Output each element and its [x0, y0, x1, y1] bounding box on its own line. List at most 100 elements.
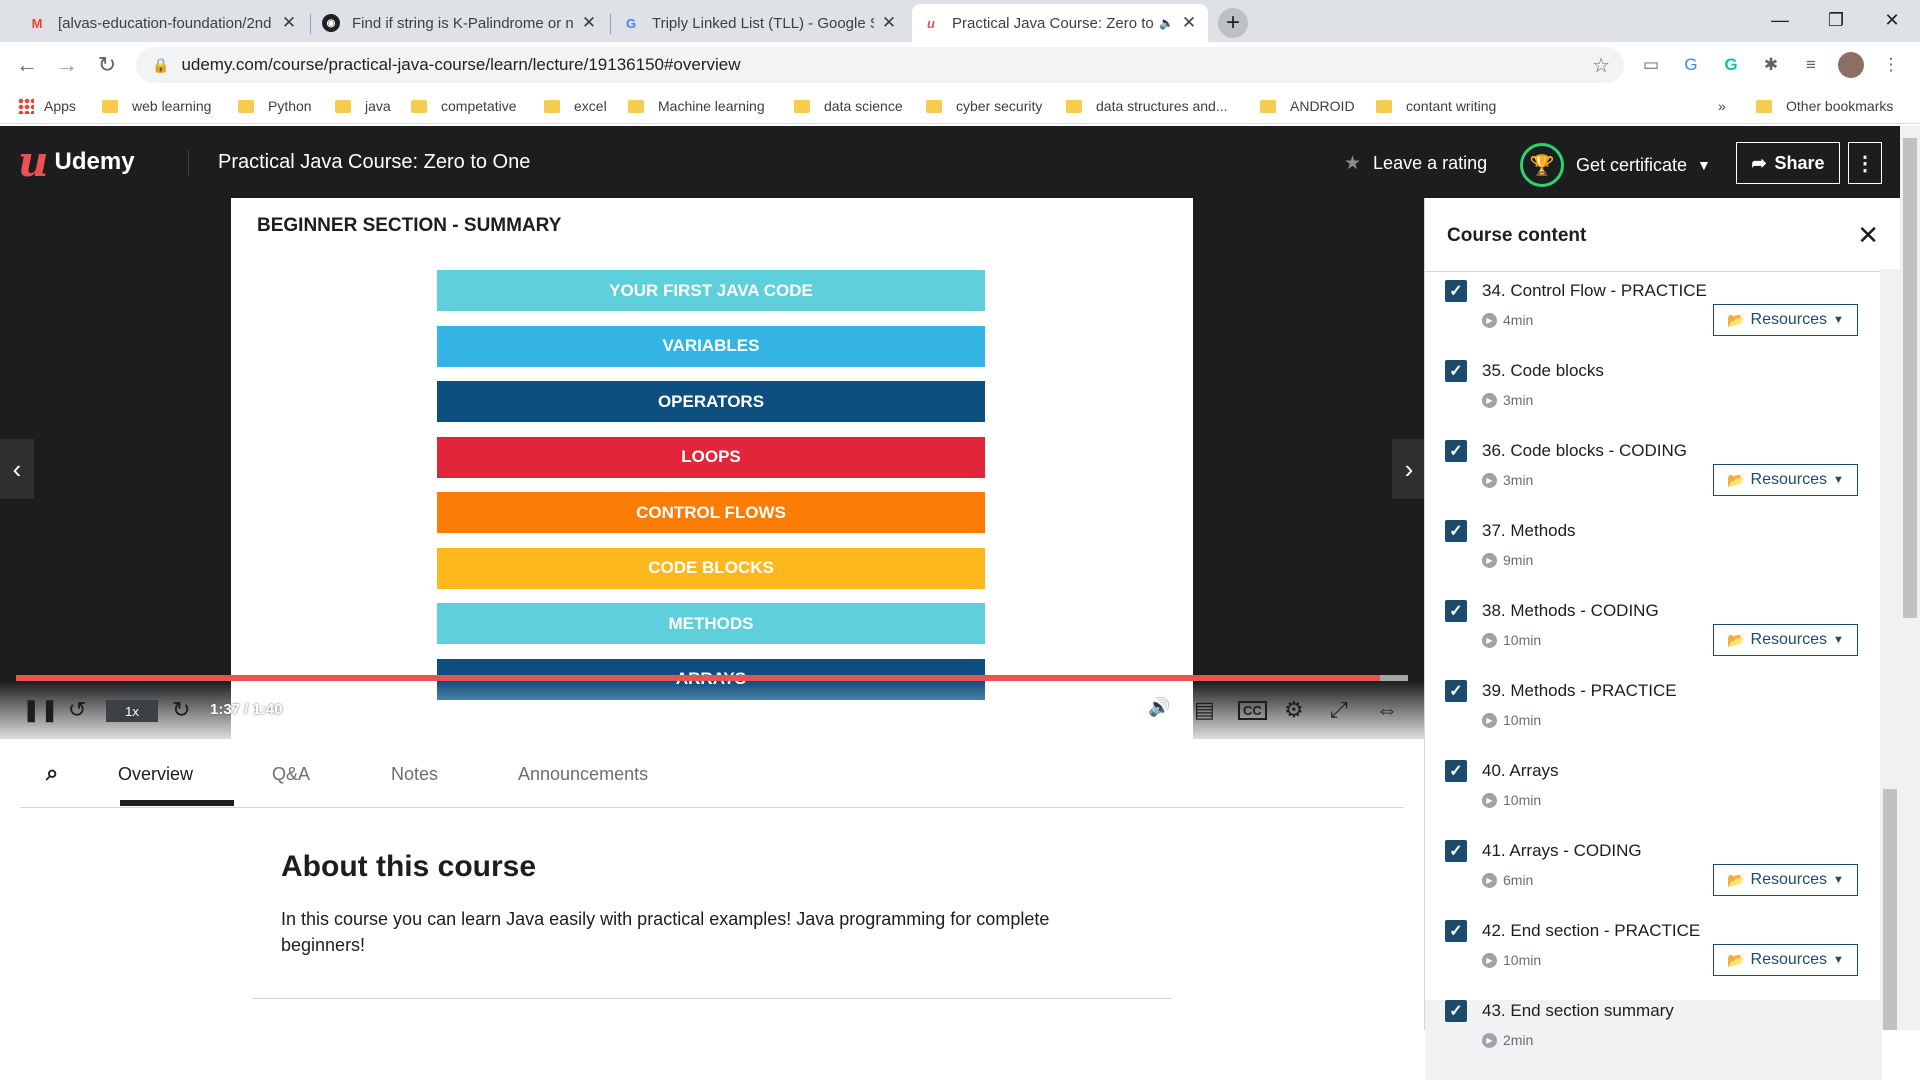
- previous-lecture-button[interactable]: ‹: [0, 439, 34, 499]
- fullscreen-icon[interactable]: ⤢: [1330, 697, 1348, 723]
- lecture-duration: ▶ 3min: [1482, 392, 1533, 408]
- resources-dropdown[interactable]: 📂 Resources ▼: [1713, 464, 1858, 496]
- next-lecture-button[interactable]: ›: [1392, 439, 1424, 499]
- other-bookmarks[interactable]: Other bookmarks: [1756, 96, 1893, 116]
- bookmarks-overflow[interactable]: »: [1718, 96, 1726, 116]
- checkbox-checked[interactable]: ✓: [1445, 840, 1467, 862]
- grammarly-icon[interactable]: G: [1718, 52, 1744, 78]
- transcript-icon[interactable]: ▤: [1194, 697, 1215, 723]
- chrome-menu-icon[interactable]: ⋮: [1878, 52, 1904, 78]
- udemy-logo[interactable]: u Udemy: [18, 141, 135, 183]
- checkbox-checked[interactable]: ✓: [1445, 520, 1467, 542]
- checkbox-checked[interactable]: ✓: [1445, 440, 1467, 462]
- close-tab-icon[interactable]: ✕: [880, 13, 898, 33]
- close-tab-icon[interactable]: ✕: [1180, 13, 1198, 33]
- video-player[interactable]: BEGINNER SECTION - SUMMARY YOUR FIRST JA…: [0, 198, 1424, 739]
- bookmark-folder[interactable]: web learning: [102, 96, 211, 116]
- reload-icon[interactable]: ↻: [92, 50, 122, 80]
- share-button[interactable]: ➦ Share: [1736, 142, 1840, 184]
- checkbox-checked[interactable]: ✓: [1445, 680, 1467, 702]
- pause-icon[interactable]: ❚❚: [22, 697, 59, 723]
- lecture-item[interactable]: ✓ 35. Code blocks ▶ 3min: [1425, 360, 1882, 440]
- checkbox-checked[interactable]: ✓: [1445, 600, 1467, 622]
- checkbox-checked[interactable]: ✓: [1445, 280, 1467, 302]
- lecture-item[interactable]: ✓ 39. Methods - PRACTICE ▶ 10min: [1425, 680, 1882, 760]
- cast-icon[interactable]: ▭: [1638, 52, 1664, 78]
- bookmark-folder[interactable]: java: [335, 96, 391, 116]
- lecture-item[interactable]: ✓ 34. Control Flow - PRACTICE ▶ 4min 📂 Resour…: [1425, 280, 1882, 360]
- close-window-icon[interactable]: ✕: [1864, 0, 1920, 40]
- translate-icon[interactable]: G: [1678, 52, 1704, 78]
- bookmark-folder[interactable]: Machine learning: [628, 96, 765, 116]
- checkbox-checked[interactable]: ✓: [1445, 760, 1467, 782]
- close-tab-icon[interactable]: ✕: [280, 13, 298, 33]
- search-icon[interactable]: ⌕: [46, 760, 58, 786]
- bookmark-folder[interactable]: competative: [411, 96, 516, 116]
- checkbox-checked[interactable]: ✓: [1445, 1000, 1467, 1022]
- lecture-item[interactable]: ✓ 36. Code blocks - CODING ▶ 3min 📂 Resources…: [1425, 440, 1882, 520]
- browser-tab-palindrome[interactable]: ◉ Find if string is K-Palindrome or n ✕: [312, 4, 608, 42]
- volume-icon[interactable]: 🔊: [1148, 697, 1170, 718]
- restore-icon[interactable]: ❐: [1808, 0, 1864, 40]
- new-tab-button[interactable]: +: [1218, 8, 1248, 38]
- bookmark-folder[interactable]: ANDROID: [1260, 96, 1355, 116]
- settings-gear-icon[interactable]: ⚙: [1284, 697, 1304, 723]
- expanded-view-icon[interactable]: ⇔: [1376, 697, 1398, 723]
- site-icon: ◉: [322, 14, 340, 32]
- get-certificate-button[interactable]: 🏆 Get certificate ▼: [1520, 143, 1711, 187]
- back-icon[interactable]: ←: [12, 50, 42, 80]
- slide-topic-bar: LOOPS: [437, 436, 985, 478]
- forward-icon[interactable]: →: [52, 50, 82, 80]
- leave-rating-button[interactable]: ★ Leave a rating: [1344, 152, 1487, 175]
- resources-dropdown[interactable]: 📂 Resources ▼: [1713, 304, 1858, 336]
- media-control-icon[interactable]: ≡: [1798, 52, 1824, 78]
- browser-tab-gmail[interactable]: M [alvas-education-foundation/2nd ✕: [18, 4, 308, 42]
- bookmark-folder[interactable]: contant writing: [1376, 96, 1496, 116]
- tab-overview[interactable]: Overview: [118, 764, 193, 785]
- speaker-icon[interactable]: 🔈: [1159, 16, 1174, 30]
- resources-dropdown[interactable]: 📂 Resources ▼: [1713, 864, 1858, 896]
- bookmark-apps[interactable]: Apps: [18, 96, 76, 116]
- browser-tab-google[interactable]: G Triply Linked List (TLL) - Google S ✕: [612, 4, 908, 42]
- browser-tab-udemy[interactable]: u Practical Java Course: Zero to 🔈 ✕: [912, 4, 1208, 42]
- rewind-icon[interactable]: ↺: [68, 697, 86, 723]
- lecture-title: 34. Control Flow - PRACTICE: [1482, 281, 1707, 300]
- lecture-item[interactable]: ✓ 38. Methods - CODING ▶ 10min 📂 Resources ▼: [1425, 600, 1882, 680]
- lecture-item[interactable]: ✓ 40. Arrays ▶ 10min: [1425, 760, 1882, 840]
- bookmark-folder[interactable]: Python: [238, 96, 312, 116]
- minimize-icon[interactable]: —: [1752, 0, 1808, 40]
- resources-dropdown[interactable]: 📂 Resources ▼: [1713, 624, 1858, 656]
- page-scrollbar[interactable]: [1900, 126, 1920, 1030]
- lecture-item[interactable]: ✓ 37. Methods ▶ 9min: [1425, 520, 1882, 600]
- playback-speed-button[interactable]: 1x: [106, 700, 158, 722]
- lecture-title: 35. Code blocks: [1482, 361, 1604, 380]
- add-note-icon[interactable]: ✎: [306, 697, 319, 717]
- play-icon: ▶: [1482, 952, 1497, 968]
- resources-dropdown[interactable]: 📂 Resources ▼: [1713, 944, 1858, 976]
- profile-avatar[interactable]: [1838, 52, 1864, 78]
- checkbox-checked[interactable]: ✓: [1445, 920, 1467, 942]
- address-bar[interactable]: 🔒 udemy.com/course/practical-java-course…: [136, 47, 1624, 83]
- bookmark-folder[interactable]: cyber security: [926, 96, 1042, 116]
- extensions-icon[interactable]: ✱: [1758, 52, 1784, 78]
- course-title[interactable]: Practical Java Course: Zero to One: [218, 151, 530, 174]
- close-icon[interactable]: ✕: [1857, 220, 1879, 251]
- tab-qa[interactable]: Q&A: [272, 764, 310, 785]
- close-tab-icon[interactable]: ✕: [580, 13, 598, 33]
- lecture-duration: ▶ 10min: [1482, 792, 1541, 808]
- forward-icon[interactable]: ↻: [172, 697, 190, 723]
- checkbox-checked[interactable]: ✓: [1445, 360, 1467, 382]
- lecture-title: 41. Arrays - CODING: [1482, 841, 1642, 860]
- tab-notes[interactable]: Notes: [391, 764, 438, 785]
- captions-icon[interactable]: CC: [1238, 701, 1267, 720]
- bookmark-folder[interactable]: excel: [544, 96, 607, 116]
- bookmark-folder[interactable]: data structures and...: [1066, 96, 1228, 116]
- bookmark-star-icon[interactable]: ☆: [1592, 53, 1610, 78]
- tab-announcements[interactable]: Announcements: [518, 764, 648, 785]
- sidebar-scrollbar[interactable]: [1880, 269, 1900, 1030]
- lecture-item[interactable]: ✓ 43. End section summary ▶ 2min: [1425, 1000, 1882, 1080]
- lecture-item[interactable]: ✓ 42. End section - PRACTICE ▶ 10min 📂 Resour…: [1425, 920, 1882, 1000]
- more-options-button[interactable]: ⋮: [1848, 142, 1882, 184]
- bookmark-folder[interactable]: data science: [794, 96, 903, 116]
- lecture-item[interactable]: ✓ 41. Arrays - CODING ▶ 6min 📂 Resources ▼: [1425, 840, 1882, 920]
